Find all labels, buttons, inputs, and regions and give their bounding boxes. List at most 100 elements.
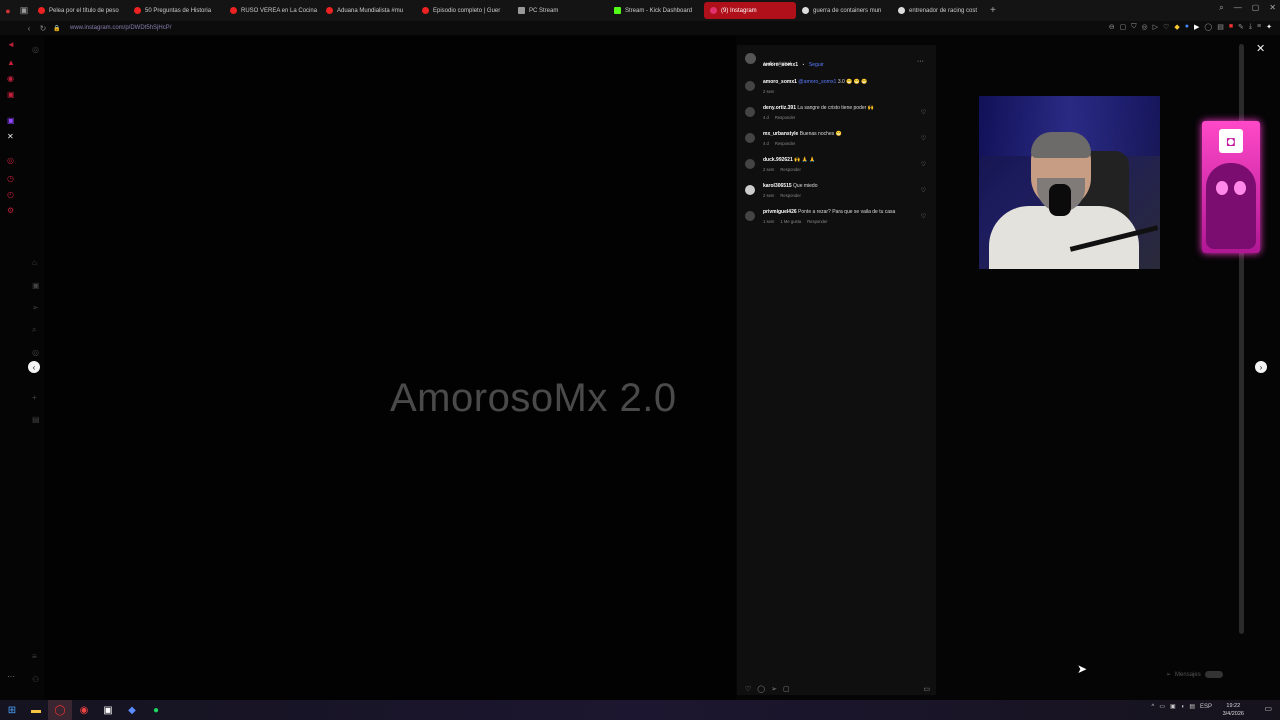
sidebar-more-icon[interactable]: ⋯ (7, 672, 15, 681)
sidebar-app-icon[interactable]: ◴ (7, 190, 14, 199)
like-comment-icon[interactable]: ♡ (921, 135, 926, 142)
clock[interactable]: 19:22 3/4/2026 (1223, 702, 1244, 718)
sidebar-app-icon[interactable]: ◉ (7, 74, 14, 83)
opera-logo-icon[interactable]: ● (0, 3, 16, 19)
tab-6[interactable]: Stream - Kick Dashboard (608, 2, 704, 19)
tab-menu-icon[interactable]: ▣ (16, 3, 32, 19)
likes-count[interactable]: 1 Me gusta (780, 219, 801, 224)
file-explorer-icon[interactable]: ▬ (24, 700, 48, 720)
comment-icon[interactable]: ◯ (757, 685, 765, 693)
prev-post-button[interactable]: ‹ (28, 361, 40, 373)
like-comment-icon[interactable]: ♡ (921, 109, 926, 116)
extension-icon[interactable]: ◆ (1174, 23, 1179, 31)
volume-icon[interactable]: ◖ (1181, 704, 1185, 710)
share-icon[interactable]: ➢ (771, 685, 777, 693)
comment-user[interactable]: amoro_somx1 (763, 79, 797, 85)
home-icon[interactable]: ⌂ (32, 258, 37, 267)
comment-mention[interactable]: @amoro_somx1 (798, 79, 836, 85)
app-icon[interactable]: ◆ (120, 700, 144, 720)
media-icon[interactable]: ▶ (1194, 23, 1199, 31)
more-options-icon[interactable]: ··· (917, 58, 924, 65)
comment-user[interactable]: karol306515 (763, 183, 792, 189)
reply-button[interactable]: Responder (780, 167, 801, 172)
camera-icon[interactable]: ◎ (1142, 23, 1148, 31)
tab-2[interactable]: RUSO VEREA en La Cocina (224, 2, 320, 19)
twitch-icon[interactable]: ▣ (7, 116, 15, 125)
tray-app-icon[interactable]: ▣ (1170, 703, 1176, 710)
minimize-icon[interactable]: — (1234, 3, 1242, 13)
reply-button[interactable]: Responder (807, 219, 828, 224)
audio-label[interactable]: Audio original (763, 61, 791, 66)
sidebar-home-icon[interactable]: ◄ (7, 40, 15, 49)
shield-icon[interactable]: ⛉ (1131, 23, 1136, 31)
comment-avatar[interactable] (745, 185, 755, 195)
sidebar-app-icon[interactable]: ◷ (7, 174, 14, 183)
spotify-icon[interactable]: ● (144, 700, 168, 720)
x-icon[interactable]: ✕ (7, 132, 14, 141)
url-field[interactable]: www.instagram.com/p/DWDt5hSjHcP/ (70, 25, 171, 31)
comment-avatar[interactable] (745, 159, 755, 169)
bookmark-icon[interactable]: ▢ (1120, 23, 1127, 31)
close-window-icon[interactable]: ✕ (1269, 3, 1276, 13)
store-icon[interactable]: ▣ (96, 700, 120, 720)
comment-user[interactable]: duck.992621 (763, 157, 793, 163)
wallet-icon[interactable]: ▤ (1217, 23, 1224, 31)
sidebar-app-icon[interactable]: ▣ (7, 90, 15, 99)
comment-avatar[interactable] (745, 133, 755, 143)
tab-0[interactable]: Pelea por el título de peso (32, 2, 128, 19)
follow-button[interactable]: Seguir (809, 62, 824, 68)
sidebar-app-icon[interactable]: ◎ (7, 156, 14, 165)
reply-button[interactable]: Responder (775, 141, 796, 146)
language-indicator[interactable]: ESP (1200, 704, 1212, 710)
like-comment-icon[interactable]: ♡ (921, 187, 926, 194)
like-comment-icon[interactable]: ♡ (921, 161, 926, 168)
maximize-icon[interactable]: ▢ (1252, 3, 1260, 13)
save-icon[interactable]: ▭ (923, 685, 930, 693)
tray-chevron-icon[interactable]: ^ (1152, 704, 1155, 710)
search-icon[interactable]: ⌕ (32, 325, 36, 335)
play-icon[interactable]: ▷ (1153, 23, 1158, 31)
start-icon[interactable]: ⊞ (0, 700, 24, 720)
close-post-icon[interactable]: ✕ (1256, 42, 1265, 55)
next-post-button[interactable]: › (1255, 361, 1267, 373)
comment-avatar[interactable] (745, 211, 755, 221)
menu-icon[interactable]: ≡ (1257, 23, 1261, 31)
comment-user[interactable]: mx_urbanstyle (763, 131, 798, 137)
repost-icon[interactable]: ▢ (783, 685, 790, 693)
comment-avatar[interactable] (745, 81, 755, 91)
menu-icon[interactable]: ≡ (32, 652, 37, 661)
activity-icon[interactable]: ▤ (32, 415, 40, 424)
reel-video[interactable] (44, 36, 736, 700)
reels-icon[interactable]: ▣ (32, 281, 40, 290)
reply-button[interactable]: Responder (780, 193, 801, 198)
chat-icon[interactable]: ◯ (1204, 23, 1212, 31)
sidebar-app-icon[interactable]: ▲ (7, 58, 15, 67)
extension-red-icon[interactable]: ■ (1229, 23, 1233, 31)
settings-icon[interactable]: ⚙ (7, 206, 14, 215)
keyboard-icon[interactable]: ▤ (1189, 703, 1195, 710)
comment-user[interactable]: deny.ortiz.391 (763, 105, 796, 111)
tab-8[interactable]: guerra de containers mun (796, 2, 892, 19)
tab-7-active[interactable]: (9) Instagram (704, 2, 796, 19)
create-icon[interactable]: + (32, 393, 37, 402)
pin-icon[interactable]: ✎ (1238, 23, 1244, 31)
comment-user[interactable]: privmiguel426 (763, 209, 797, 215)
new-tab-icon[interactable]: + (990, 5, 996, 16)
tab-4[interactable]: Episodio completo | Guer (416, 2, 512, 19)
explore-icon[interactable]: ◎ (32, 348, 39, 357)
network-icon[interactable]: ▭ (1159, 703, 1165, 710)
messages-button[interactable]: ➢ Mensajes (1166, 671, 1223, 678)
tab-5[interactable]: PC Stream (512, 2, 608, 19)
tab-1[interactable]: 50 Preguntas de Historia (128, 2, 224, 19)
notifications-icon[interactable]: ▭ (1264, 704, 1272, 713)
chrome-icon[interactable]: ◉ (72, 700, 96, 720)
reload-icon[interactable]: ↻ (36, 24, 50, 33)
ai-icon[interactable]: ✦ (1266, 23, 1272, 31)
tab-3[interactable]: Aduana Mundialista #mu (320, 2, 416, 19)
author-avatar[interactable] (745, 53, 756, 64)
reply-button[interactable]: Responder (775, 115, 796, 120)
vpn-icon[interactable]: ● (1185, 23, 1189, 31)
direct-icon[interactable]: ➢ (32, 303, 39, 312)
back-icon[interactable]: ‹ (22, 24, 36, 33)
download-icon[interactable]: ⤓ (1249, 23, 1252, 31)
